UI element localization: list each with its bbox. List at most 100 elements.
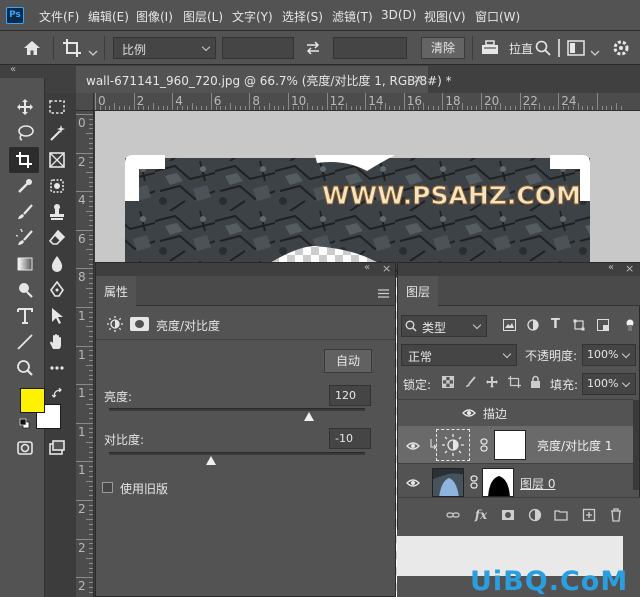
menu-filter[interactable]: 滤镜(T) xyxy=(332,8,373,25)
filter-adjustment-icon[interactable] xyxy=(527,319,539,331)
hand-tool-icon[interactable] xyxy=(46,331,68,353)
lock-position-icon[interactable] xyxy=(486,376,498,388)
menu-edit[interactable]: 编辑(E) xyxy=(88,8,129,25)
lock-transparent-icon[interactable] xyxy=(442,376,454,388)
crop-tool-preset-icon[interactable] xyxy=(62,38,84,58)
contrast-slider-thumb[interactable] xyxy=(206,456,217,465)
chevron-down-icon[interactable] xyxy=(88,45,98,56)
collapse-icon[interactable]: « xyxy=(364,262,370,273)
marquee-tool-icon[interactable] xyxy=(46,96,68,118)
layer-effect-row[interactable]: 描边 xyxy=(398,400,633,425)
screen-mode-icon[interactable] xyxy=(46,437,68,459)
eye-icon[interactable] xyxy=(462,407,480,419)
layer-mask-icon[interactable] xyxy=(130,317,149,331)
brightness-slider-track[interactable] xyxy=(109,408,365,411)
history-brush-tool-icon[interactable] xyxy=(13,227,36,249)
layer-row-layer-0[interactable]: 图层 0 xyxy=(398,465,633,500)
ratio-select[interactable]: 比例 xyxy=(113,37,216,59)
lasso-tool-icon[interactable] xyxy=(14,122,36,144)
gradient-tool-icon[interactable] xyxy=(14,253,36,275)
tab-properties[interactable]: 属性 xyxy=(96,276,136,306)
brightness-input[interactable]: 120 xyxy=(329,385,371,406)
lock-pixels-icon[interactable] xyxy=(465,376,477,388)
swap-icon[interactable] xyxy=(305,41,321,55)
fill-input[interactable]: 100% xyxy=(582,373,636,395)
type-tool-icon[interactable] xyxy=(14,305,36,327)
filter-shape-icon[interactable] xyxy=(573,319,585,331)
contrast-slider-track[interactable] xyxy=(109,452,365,455)
straighten-icon[interactable] xyxy=(480,39,500,57)
width-input[interactable] xyxy=(222,37,294,59)
collapse-icon[interactable]: « xyxy=(608,262,614,273)
layer-thumbnail[interactable] xyxy=(432,468,464,497)
magic-wand-tool-icon[interactable] xyxy=(46,122,68,144)
ruler-origin[interactable] xyxy=(76,93,94,111)
eye-icon[interactable] xyxy=(406,477,424,489)
add-mask-icon[interactable] xyxy=(501,508,515,522)
lock-artboard-icon[interactable] xyxy=(508,376,521,388)
dodge-tool-icon[interactable] xyxy=(14,279,36,301)
menu-3d[interactable]: 3D(D) xyxy=(381,8,416,22)
patch-tool-icon[interactable] xyxy=(46,175,68,197)
grid-overlay-icon[interactable] xyxy=(567,40,585,56)
contrast-input[interactable]: -10 xyxy=(329,428,371,449)
eraser-tool-icon[interactable] xyxy=(46,227,68,249)
menu-select[interactable]: 选择(S) xyxy=(282,8,323,25)
line-tool-icon[interactable] xyxy=(14,331,36,353)
adjustment-thumbnail[interactable] xyxy=(436,429,470,461)
opacity-input[interactable]: 100% xyxy=(582,344,636,366)
link-icon[interactable] xyxy=(469,475,479,489)
menu-layer[interactable]: 图层(L) xyxy=(183,8,223,25)
auto-button[interactable]: 自动 xyxy=(324,349,372,373)
home-icon[interactable] xyxy=(22,39,42,57)
filter-pixel-icon[interactable] xyxy=(503,319,516,331)
use-legacy-checkbox[interactable] xyxy=(102,482,113,493)
fx-icon[interactable]: fx xyxy=(474,508,488,522)
eyedropper-tool-icon[interactable] xyxy=(14,175,36,197)
filter-smart-object-icon[interactable] xyxy=(597,319,609,331)
close-tab-icon[interactable]: × xyxy=(413,72,423,86)
lock-all-icon[interactable] xyxy=(530,375,541,388)
menu-type[interactable]: 文字(Y) xyxy=(232,8,273,25)
filter-type-icon[interactable]: T xyxy=(551,318,563,331)
delete-layer-icon[interactable] xyxy=(609,508,623,522)
brightness-slider-thumb[interactable] xyxy=(303,412,314,421)
menu-image[interactable]: 图像(I) xyxy=(136,8,173,25)
quick-mask-icon[interactable] xyxy=(14,437,36,459)
layer-mask-thumbnail[interactable] xyxy=(482,468,514,497)
move-tool-icon[interactable] xyxy=(14,96,36,118)
default-colors-icon[interactable] xyxy=(19,418,30,429)
swap-colors-icon[interactable] xyxy=(51,387,63,399)
new-group-icon[interactable] xyxy=(554,508,568,522)
close-icon[interactable]: × xyxy=(625,262,634,275)
menu-window[interactable]: 窗口(W) xyxy=(475,8,520,25)
new-adjustment-icon[interactable] xyxy=(528,508,542,522)
foreground-color-swatch[interactable] xyxy=(20,388,45,413)
link-icon[interactable] xyxy=(479,438,489,452)
eye-icon[interactable] xyxy=(406,440,424,452)
document-tab[interactable]: wall-671141_960_720.jpg @ 66.7% (亮度/对比度 … xyxy=(76,66,452,93)
panel-menu-icon[interactable] xyxy=(378,287,389,298)
brush-tool-icon[interactable] xyxy=(14,201,36,223)
crop-tool-icon[interactable] xyxy=(13,149,35,171)
more-tools-icon[interactable] xyxy=(46,357,68,379)
layer-row-brightness-contrast[interactable]: 亮度/对比度 1 xyxy=(398,426,633,464)
collapse-icon[interactable]: « xyxy=(10,64,16,75)
frame-tool-icon[interactable] xyxy=(46,149,68,171)
chevron-down-icon[interactable] xyxy=(590,45,600,56)
scrollbar[interactable] xyxy=(633,400,639,490)
tab-layers[interactable]: 图层 xyxy=(398,276,438,306)
settings-icon[interactable] xyxy=(611,39,631,57)
mask-thumbnail[interactable] xyxy=(494,430,526,460)
blend-mode-select[interactable]: 正常 xyxy=(401,344,517,366)
path-selection-tool-icon[interactable] xyxy=(46,305,68,327)
zoom-tool-icon[interactable] xyxy=(14,357,36,379)
menu-view[interactable]: 视图(V) xyxy=(424,8,466,25)
blur-tool-icon[interactable] xyxy=(46,253,68,275)
height-input[interactable] xyxy=(333,37,407,59)
new-layer-icon[interactable] xyxy=(582,508,596,522)
clear-button[interactable]: 清除 xyxy=(421,37,465,59)
link-layers-icon[interactable] xyxy=(446,508,460,522)
pen-tool-icon[interactable] xyxy=(46,279,68,301)
stamp-tool-icon[interactable] xyxy=(46,201,68,223)
